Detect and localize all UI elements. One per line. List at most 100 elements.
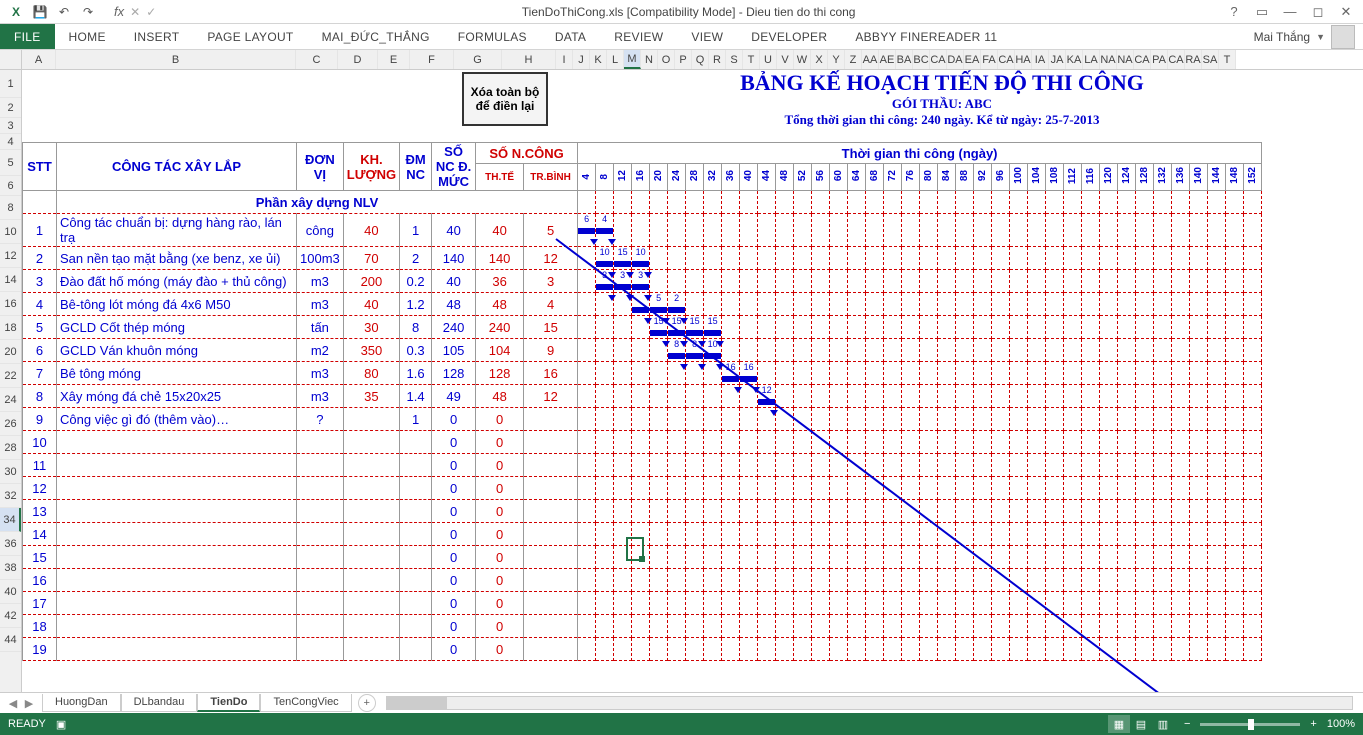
gantt-cell[interactable]: [650, 477, 668, 500]
gantt-cell[interactable]: [848, 362, 866, 385]
gantt-cell[interactable]: [1172, 615, 1190, 638]
gantt-cell[interactable]: [1118, 214, 1136, 247]
gantt-cell[interactable]: [866, 615, 884, 638]
gantt-cell[interactable]: [578, 615, 596, 638]
gantt-cell[interactable]: [920, 293, 938, 316]
cell-task[interactable]: GCLD Ván khuôn móng: [57, 339, 297, 362]
gantt-cell[interactable]: [740, 293, 758, 316]
gantt-cell[interactable]: [758, 293, 776, 316]
cell-nc[interactable]: 240: [432, 316, 476, 339]
gantt-cell[interactable]: [632, 546, 650, 569]
cell-task[interactable]: [57, 638, 297, 661]
gantt-cell[interactable]: [866, 316, 884, 339]
gantt-cell[interactable]: [848, 638, 866, 661]
gantt-cell[interactable]: [884, 454, 902, 477]
gantt-cell[interactable]: [884, 362, 902, 385]
cell-nc[interactable]: 105: [432, 339, 476, 362]
cell-task[interactable]: Công tác chuẩn bị: dựng hàng rào, lán tr…: [57, 214, 297, 247]
gantt-cell[interactable]: [830, 615, 848, 638]
gantt-cell[interactable]: [776, 500, 794, 523]
gantt-cell[interactable]: [704, 477, 722, 500]
gantt-cell[interactable]: [686, 546, 704, 569]
cell-thte[interactable]: 0: [476, 638, 524, 661]
cell-nc[interactable]: 0: [432, 454, 476, 477]
gantt-cell[interactable]: [596, 431, 614, 454]
gantt-cell[interactable]: [992, 270, 1010, 293]
gantt-cell[interactable]: [650, 270, 668, 293]
gantt-cell[interactable]: [830, 247, 848, 270]
gantt-cell[interactable]: [758, 316, 776, 339]
gantt-cell[interactable]: [578, 546, 596, 569]
gantt-cell[interactable]: [740, 500, 758, 523]
gantt-cell[interactable]: [1208, 500, 1226, 523]
col-CA-22[interactable]: CA: [930, 50, 947, 69]
gantt-cell[interactable]: [596, 385, 614, 408]
cell-nc[interactable]: 0: [432, 615, 476, 638]
gantt-cell[interactable]: [632, 615, 650, 638]
gantt-cell[interactable]: [1028, 569, 1046, 592]
gantt-cell[interactable]: [812, 500, 830, 523]
gantt-cell[interactable]: [776, 247, 794, 270]
gantt-cell[interactable]: [1082, 454, 1100, 477]
gantt-cell[interactable]: [686, 408, 704, 431]
gantt-cell[interactable]: [956, 339, 974, 362]
gantt-cell[interactable]: [1172, 431, 1190, 454]
user-dropdown-icon[interactable]: ▼: [1316, 32, 1325, 42]
gantt-cell[interactable]: [1118, 592, 1136, 615]
gantt-bar[interactable]: 10: [632, 247, 650, 270]
gantt-cell[interactable]: [1226, 293, 1244, 316]
gantt-cell[interactable]: [830, 592, 848, 615]
gantt-cell[interactable]: [1154, 270, 1172, 293]
gantt-cell[interactable]: [812, 546, 830, 569]
gantt-cell[interactable]: [1154, 477, 1172, 500]
gantt-cell[interactable]: [1100, 569, 1118, 592]
row-5[interactable]: 5: [0, 150, 21, 176]
gantt-cell[interactable]: [1100, 339, 1118, 362]
gantt-cell[interactable]: [1244, 500, 1262, 523]
gantt-cell[interactable]: [1100, 293, 1118, 316]
cell-kl[interactable]: 30: [343, 316, 399, 339]
gantt-cell[interactable]: [1244, 454, 1262, 477]
gantt-cell[interactable]: [866, 247, 884, 270]
gantt-cell[interactable]: [668, 214, 686, 247]
col-G[interactable]: G: [454, 50, 502, 69]
gantt-cell[interactable]: [1136, 270, 1154, 293]
gantt-cell[interactable]: [1082, 362, 1100, 385]
cell-unit[interactable]: m3: [297, 385, 344, 408]
gantt-cell[interactable]: [1100, 454, 1118, 477]
table-row[interactable]: 6GCLD Ván khuôn móngm23500.310510498810: [23, 339, 1262, 362]
gantt-cell[interactable]: [632, 569, 650, 592]
gantt-cell[interactable]: [1010, 638, 1028, 661]
gantt-cell[interactable]: [884, 385, 902, 408]
gantt-cell[interactable]: [1028, 408, 1046, 431]
gantt-cell[interactable]: [614, 500, 632, 523]
gantt-cell[interactable]: [1064, 454, 1082, 477]
cell-task[interactable]: [57, 431, 297, 454]
gantt-cell[interactable]: [776, 523, 794, 546]
gantt-cell[interactable]: [1190, 316, 1208, 339]
cell-thte[interactable]: 0: [476, 477, 524, 500]
cell-stt[interactable]: 19: [23, 638, 57, 661]
gantt-cell[interactable]: [1244, 247, 1262, 270]
page-layout-view-icon[interactable]: ▤: [1130, 715, 1152, 733]
gantt-cell[interactable]: [956, 247, 974, 270]
cell-thte[interactable]: 0: [476, 523, 524, 546]
cell-kl[interactable]: [343, 454, 399, 477]
cell-trbinh[interactable]: [524, 408, 578, 431]
gantt-cell[interactable]: [776, 214, 794, 247]
gantt-cell[interactable]: [1244, 638, 1262, 661]
gantt-bar[interactable]: 6: [578, 214, 596, 247]
gantt-cell[interactable]: [758, 592, 776, 615]
col-V-13[interactable]: V: [777, 50, 794, 69]
cell-nc[interactable]: 0: [432, 569, 476, 592]
gantt-cell[interactable]: [740, 546, 758, 569]
gantt-cell[interactable]: [920, 247, 938, 270]
gantt-cell[interactable]: [848, 500, 866, 523]
col-U-12[interactable]: U: [760, 50, 777, 69]
col-H[interactable]: H: [502, 50, 556, 69]
gantt-cell[interactable]: [884, 293, 902, 316]
gantt-cell[interactable]: [1118, 316, 1136, 339]
table-row[interactable]: 1200: [23, 477, 1262, 500]
gantt-cell[interactable]: [1046, 316, 1064, 339]
col-F[interactable]: F: [410, 50, 454, 69]
